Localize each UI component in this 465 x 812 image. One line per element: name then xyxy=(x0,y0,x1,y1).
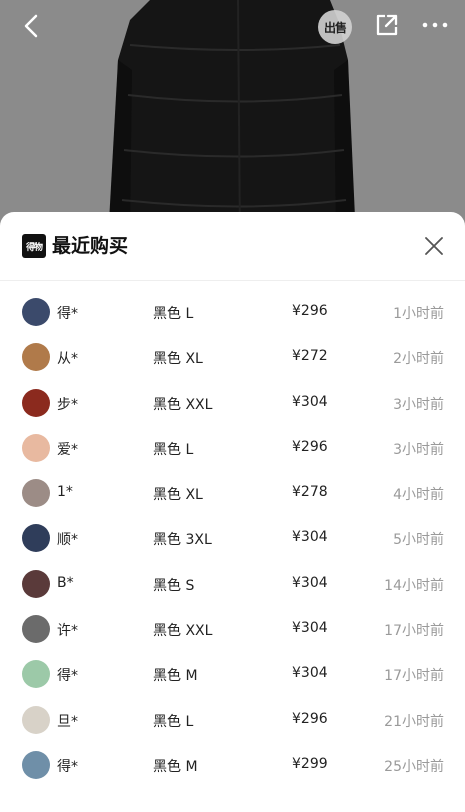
purchase-row: 从* 黑色 XL ¥272 2小时前 xyxy=(0,335,465,380)
user-avatar xyxy=(22,750,50,779)
purchase-time: 17小时前 xyxy=(384,668,444,685)
purchase-time: 3小时前 xyxy=(393,396,444,413)
product-spec: 黑色 L xyxy=(153,713,194,730)
purchase-price: ¥278 xyxy=(292,484,328,501)
purchase-row: 旦* 黑色 L ¥296 21小时前 xyxy=(0,698,465,743)
user-avatar xyxy=(22,343,50,372)
user-avatar xyxy=(22,388,50,417)
purchase-row: 许* 黑色 XXL ¥304 17小时前 xyxy=(0,607,465,652)
user-avatar xyxy=(22,298,50,326)
user-avatar xyxy=(22,524,50,553)
purchase-row: 得* 黑色 L ¥296 1小时前 xyxy=(0,290,465,335)
back-arrow-icon[interactable] xyxy=(18,12,46,40)
purchase-row: 爱* 黑色 L ¥296 3小时前 xyxy=(0,426,465,471)
product-spec: 黑色 XXL xyxy=(153,623,213,640)
purchase-time: 5小时前 xyxy=(393,532,444,549)
top-navigation-bar: 出售 xyxy=(0,0,465,52)
purchase-row: 顺* 黑色 3XL ¥304 5小时前 xyxy=(0,516,465,561)
share-icon[interactable] xyxy=(374,12,400,38)
purchase-price: ¥304 xyxy=(292,393,328,410)
brand-logo: 得物 xyxy=(22,234,46,258)
purchase-time: 25小时前 xyxy=(384,758,444,775)
buyer-name: 1* xyxy=(57,484,73,501)
close-icon[interactable] xyxy=(422,234,446,258)
user-avatar xyxy=(22,433,50,462)
product-image-area: 出售 xyxy=(0,0,465,240)
product-spec: 黑色 XL xyxy=(153,487,203,504)
buyer-name: 爱* xyxy=(57,441,78,458)
purchase-price: ¥272 xyxy=(292,348,328,365)
sell-button-label: 出售 xyxy=(323,20,347,35)
user-avatar xyxy=(22,615,50,644)
purchase-time: 21小时前 xyxy=(384,713,444,730)
product-spec: 黑色 3XL xyxy=(153,532,212,549)
product-spec: 黑色 XXL xyxy=(153,396,213,413)
brand-logo-text: 得物 xyxy=(25,242,43,253)
buyer-name: B* xyxy=(57,574,74,591)
user-avatar xyxy=(22,479,50,508)
sheet-title: 最近购买 xyxy=(52,235,129,257)
purchase-time: 1小时前 xyxy=(393,306,444,322)
product-spec: 黑色 M xyxy=(153,758,198,775)
product-spec: 黑色 S xyxy=(153,577,195,594)
purchase-row: 得* 黑色 M ¥304 17小时前 xyxy=(0,652,465,697)
buyer-name: 得* xyxy=(57,668,78,685)
buyer-name: 从* xyxy=(57,351,78,368)
purchase-row: B* 黑色 S ¥304 14小时前 xyxy=(0,562,465,607)
recent-purchases-sheet: 得物 最近购买 得* 黑色 L ¥296 1小时前从* 黑色 XL ¥272 2小时前步* 黑… xyxy=(0,212,465,812)
purchase-row: 1* 黑色 XL ¥278 4小时前 xyxy=(0,471,465,516)
product-spec: 黑色 L xyxy=(153,306,194,322)
buyer-name: 得* xyxy=(57,758,78,775)
buyer-name: 旦* xyxy=(57,713,78,730)
product-spec: 黑色 XL xyxy=(153,351,203,368)
purchase-price: ¥304 xyxy=(292,620,328,637)
purchase-price: ¥304 xyxy=(292,665,328,682)
sell-button[interactable]: 出售 xyxy=(318,10,352,44)
purchase-time: 4小时前 xyxy=(393,487,444,504)
sheet-header: 得物 最近购买 xyxy=(0,212,465,281)
buyer-name: 许* xyxy=(57,623,78,640)
purchase-price: ¥304 xyxy=(292,529,328,546)
purchase-price: ¥304 xyxy=(292,574,328,591)
purchase-time: 3小时前 xyxy=(393,441,444,458)
user-avatar xyxy=(22,660,50,689)
user-avatar xyxy=(22,705,50,734)
purchase-time: 17小时前 xyxy=(384,623,444,640)
purchase-price: ¥296 xyxy=(292,710,328,727)
purchase-time: 2小时前 xyxy=(393,351,444,368)
purchase-price: ¥299 xyxy=(292,755,328,772)
user-avatar xyxy=(22,569,50,598)
buyer-name: 得* xyxy=(57,306,78,322)
buyer-name: 步* xyxy=(57,396,78,413)
purchase-row: 步* 黑色 XXL ¥304 3小时前 xyxy=(0,381,465,426)
purchase-list: 得* 黑色 L ¥296 1小时前从* 黑色 XL ¥272 2小时前步* 黑色 XXL ¥30… xyxy=(0,290,465,788)
product-spec: 黑色 L xyxy=(153,441,194,458)
purchase-price: ¥296 xyxy=(292,303,328,319)
buyer-name: 顺* xyxy=(57,532,78,549)
purchase-row: 得* 黑色 M ¥299 25小时前 xyxy=(0,743,465,788)
more-options-icon[interactable] xyxy=(420,12,450,38)
purchase-price: ¥296 xyxy=(292,438,328,455)
product-spec: 黑色 M xyxy=(153,668,198,685)
purchase-time: 14小时前 xyxy=(384,577,444,594)
